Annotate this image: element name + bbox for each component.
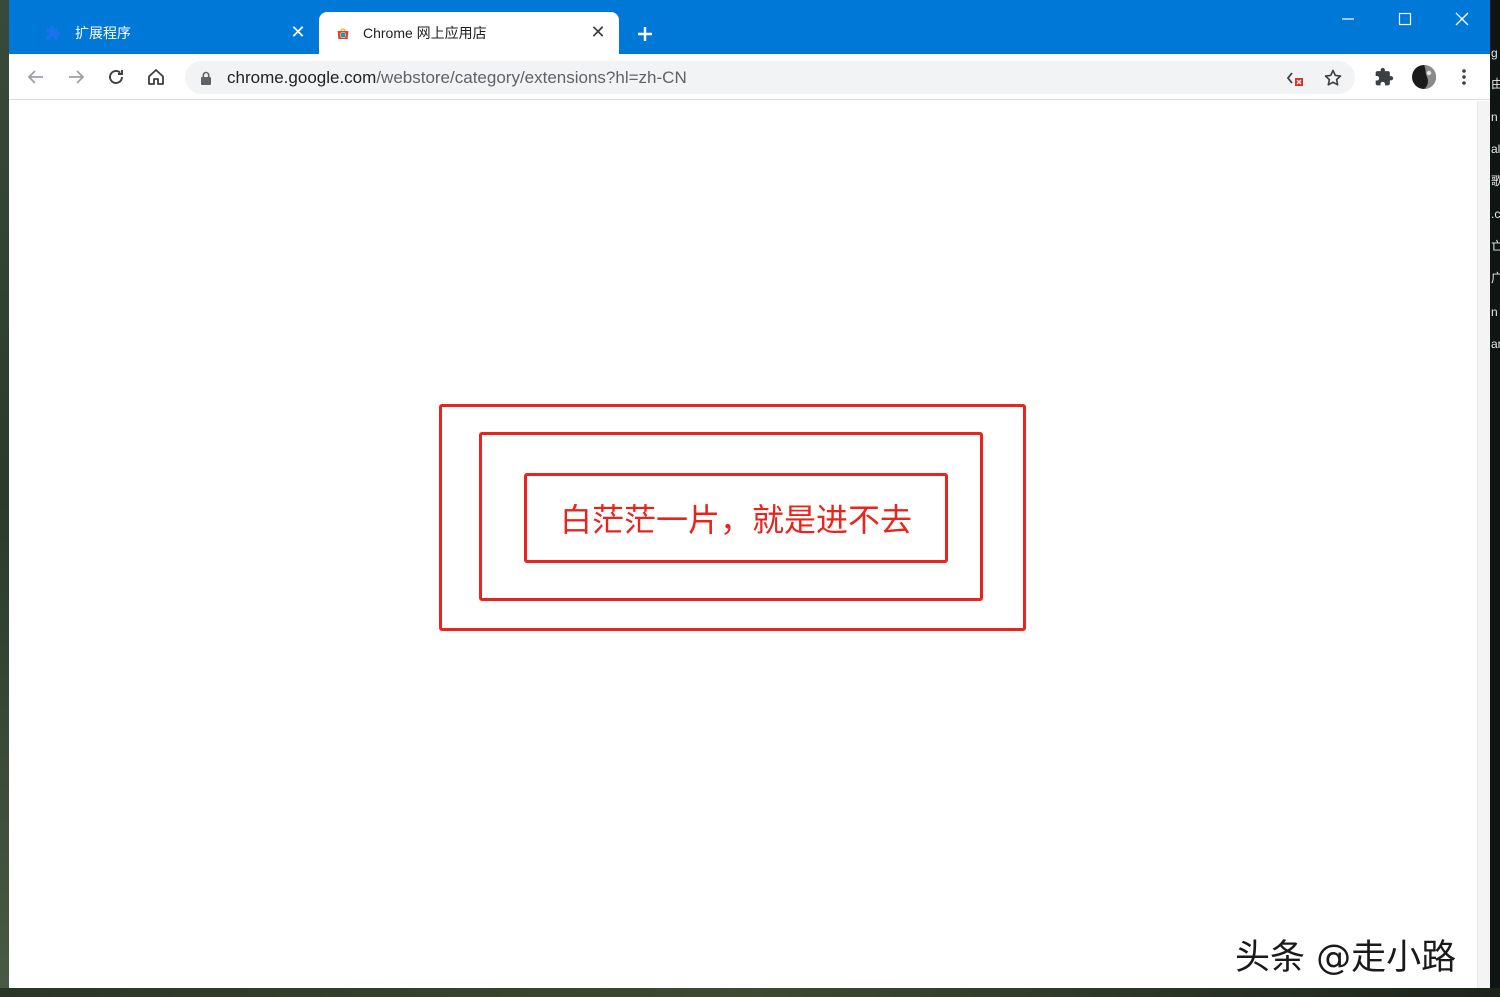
desktop-background-left — [0, 0, 9, 997]
browser-window: 扩展程序 ✕ Chrome 网上应用店 ✕ chrome.google.com/… — [9, 0, 1490, 988]
home-icon — [148, 69, 164, 85]
tab-title: 扩展程序 — [75, 25, 131, 41]
more-vert-icon — [1462, 69, 1466, 85]
home-button[interactable] — [140, 61, 172, 93]
chrome-webstore-icon — [337, 28, 349, 39]
desktop-text-fragment: g — [1491, 46, 1498, 60]
maximize-button[interactable] — [1377, 0, 1433, 38]
tab-close-button[interactable]: ✕ — [287, 22, 309, 44]
tab-title: Chrome 网上应用店 — [363, 25, 487, 41]
forward-arrow-icon — [69, 70, 85, 84]
reload-icon — [109, 70, 123, 84]
profile-button[interactable] — [1408, 61, 1440, 93]
desktop-text-fragment: 由 — [1491, 77, 1500, 91]
annotation-frame-inner: 白茫茫一片，就是进不去 — [524, 473, 948, 563]
bookmark-star-icon — [1324, 69, 1342, 86]
url-host: chrome.google.com — [227, 68, 377, 87]
forward-button[interactable] — [60, 61, 92, 93]
blocked-content-button[interactable] — [1283, 66, 1307, 90]
watermark: 头条 @走小路 — [1235, 938, 1457, 978]
desktop-text-fragment: n — [1491, 110, 1498, 124]
desktop-text-fragment: al — [1491, 142, 1500, 156]
desktop-text-fragment: 歌 — [1491, 174, 1500, 188]
tab-extensions[interactable]: 扩展程序 ✕ — [29, 12, 319, 54]
desktop-text-fragment: 亡 — [1491, 239, 1500, 253]
close-window-button[interactable] — [1434, 0, 1490, 38]
lock-icon[interactable] — [199, 71, 213, 85]
back-button[interactable] — [20, 61, 52, 93]
url-text[interactable]: chrome.google.com/webstore/category/exte… — [227, 61, 687, 94]
tab-strip: 扩展程序 ✕ Chrome 网上应用店 ✕ — [9, 0, 1490, 54]
url-path: /webstore/category/extensions?hl=zh-CN — [376, 68, 687, 87]
extensions-puzzle-icon — [1375, 67, 1394, 86]
desktop-background-bottom — [0, 988, 1500, 997]
blocked-content-icon — [1286, 72, 1303, 86]
address-bar[interactable]: chrome.google.com/webstore/category/exte… — [185, 61, 1355, 94]
desktop-text-fragment: n — [1491, 305, 1498, 319]
plus-icon — [638, 27, 652, 41]
maximize-icon — [1398, 12, 1412, 26]
new-tab-button[interactable] — [631, 20, 659, 48]
puzzle-icon — [46, 25, 61, 40]
tab-close-button[interactable]: ✕ — [587, 22, 609, 44]
browser-toolbar: chrome.google.com/webstore/category/exte… — [9, 54, 1490, 100]
desktop-text-fragment: 广 — [1491, 271, 1500, 285]
tab-chrome-webstore[interactable]: Chrome 网上应用店 ✕ — [319, 12, 619, 54]
menu-button[interactable] — [1448, 61, 1480, 93]
desktop-text-fragment: .c — [1491, 207, 1500, 221]
reload-button[interactable] — [100, 61, 132, 93]
annotation-text: 白茫茫一片，就是进不去 — [559, 501, 912, 539]
minimize-button[interactable] — [1320, 0, 1376, 38]
desktop-background-right: g 由 n al 歌 .c 亡 广 n ar — [1490, 0, 1500, 997]
scrollbar[interactable] — [1477, 101, 1490, 988]
profile-avatar-icon — [1412, 65, 1436, 89]
minimize-icon — [1342, 18, 1354, 20]
desktop-text-fragment: ar — [1491, 337, 1500, 351]
extensions-button[interactable] — [1368, 61, 1400, 93]
page-content: 白茫茫一片，就是进不去 头条 @走小路 — [9, 101, 1477, 988]
bookmark-button[interactable] — [1321, 66, 1345, 90]
back-arrow-icon — [27, 70, 43, 84]
close-icon — [1455, 12, 1469, 26]
